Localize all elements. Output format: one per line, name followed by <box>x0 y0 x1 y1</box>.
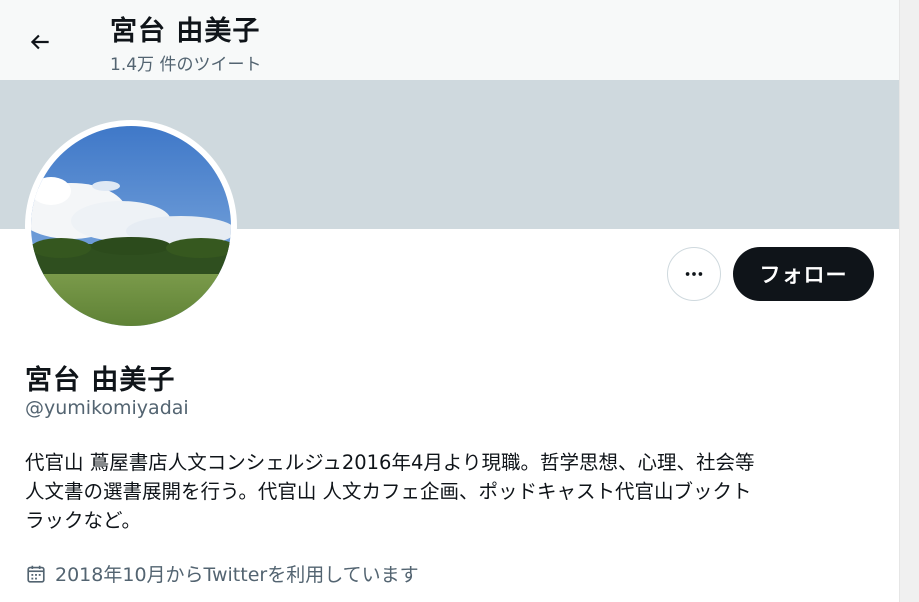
back-button[interactable] <box>22 24 58 60</box>
follow-button[interactable]: フォロー <box>733 247 874 301</box>
join-date-text: 2018年10月からTwitterを利用しています <box>55 564 419 586</box>
profile-bio: 代官山 蔦屋書店人文コンシェルジュ2016年4月より現職。哲学思想、心理、社会等… <box>25 448 875 535</box>
join-date: 2018年10月からTwitterを利用しています <box>25 560 419 587</box>
bio-line: 代官山 蔦屋書店人文コンシェルジュ2016年4月より現職。哲学思想、心理、社会等 <box>25 451 755 474</box>
avatar-image <box>31 126 231 326</box>
more-options-button[interactable] <box>667 247 721 301</box>
display-name: 宮台 由美子 <box>25 365 176 396</box>
bio-line: 人文書の選書展開を行う。代官山 人文カフェ企画、ポッドキャスト代官山ブックト <box>25 480 752 503</box>
scrollbar[interactable] <box>899 0 919 602</box>
arrow-left-icon <box>30 34 49 50</box>
calendar-icon <box>25 563 47 585</box>
more-dots-icon <box>685 272 703 276</box>
header-title: 宮台 由美子 <box>110 16 261 47</box>
user-handle: @yumikomiyadai <box>25 397 189 419</box>
profile-header: 宮台 由美子 1.4万 件のツイート <box>0 0 900 80</box>
avatar[interactable] <box>25 120 237 332</box>
bio-line: ラックなど。 <box>25 509 142 532</box>
tweet-count: 1.4万 件のツイート <box>110 55 262 75</box>
